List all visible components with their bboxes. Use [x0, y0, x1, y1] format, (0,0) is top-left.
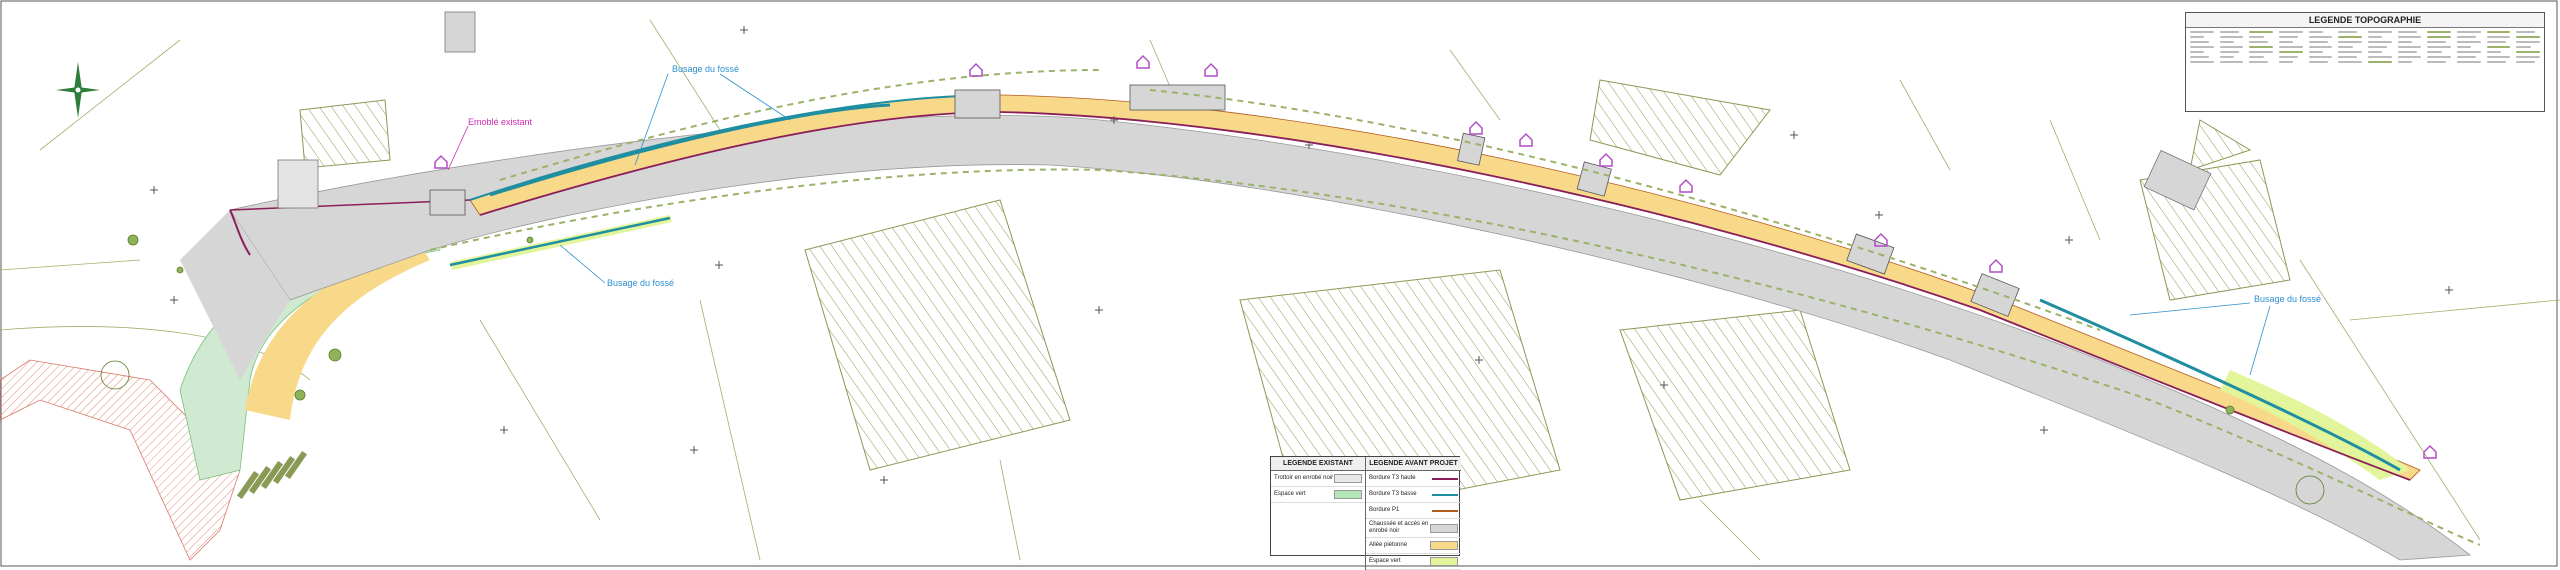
- legend-existing: LEGENDE EXISTANT Trottoir en enrobé noir…: [1271, 457, 1366, 570]
- emoble-label: Emoblé existant: [468, 117, 533, 127]
- legend-project-row: Chaussée et accès en enrobé noir: [1366, 519, 1461, 538]
- legend-project-swatch: [1430, 541, 1458, 550]
- legend-existing-swatch: [1334, 490, 1362, 499]
- legend-project-title: LEGENDE AVANT PROJET: [1366, 457, 1461, 471]
- busage-label-2: Busage du fossé: [607, 278, 674, 288]
- existing-building: [277, 159, 319, 209]
- annotation-busage-3: Busage du fossé: [2129, 294, 2321, 376]
- legend-project-label: Bordure T3 basse: [1369, 491, 1417, 497]
- busage-label-3: Busage du fossé: [2254, 294, 2321, 304]
- legend-project-label: Espace vert: [1369, 558, 1401, 564]
- legend-project: LEGENDE AVANT PROJET Bordure T3 haute Bo…: [1366, 457, 1461, 570]
- legend-project-swatch: [1432, 477, 1458, 480]
- busage-label-1: Busage du fossé: [672, 64, 739, 74]
- legend-topographie-symbols: [2190, 31, 2540, 107]
- legend-project-row: Bordure P1: [1366, 503, 1461, 519]
- legend-existing-row: Espace vert: [1271, 487, 1365, 503]
- legend-project-swatch: [1432, 509, 1458, 512]
- existing-building-north: [444, 11, 476, 53]
- legend-project-row: Allée piétonne: [1366, 538, 1461, 554]
- legend-project-label: Bordure T3 haute: [1369, 475, 1416, 481]
- legend-existing-label: Trottoir en enrobé noir: [1274, 475, 1334, 481]
- legend-existing-swatch: [1334, 474, 1362, 483]
- legend-existing-title: LEGENDE EXISTANT: [1271, 457, 1365, 471]
- legend-project-swatch: [1430, 557, 1458, 566]
- legend-topographie: LEGENDE TOPOGRAPHIE: [2185, 12, 2545, 112]
- legend-existing-label: Espace vert: [1274, 491, 1306, 497]
- legend-table: LEGENDE EXISTANT Trottoir en enrobé noir…: [1270, 456, 1461, 570]
- zebra-crossing: [236, 450, 308, 500]
- legend-project-row: Bordure T3 haute: [1366, 471, 1461, 487]
- legend-project-row: Bordure T3 basse: [1366, 487, 1461, 503]
- north-arrow-icon: [56, 62, 100, 118]
- legend-topographie-title: LEGENDE TOPOGRAPHIE: [2186, 13, 2544, 28]
- legend-project-swatch: [1432, 493, 1458, 496]
- legend-project-label: Chaussée et accès en enrobé noir: [1369, 521, 1429, 534]
- legend-existing-row: Trottoir en enrobé noir: [1271, 471, 1365, 487]
- legend-project-label: Allée piétonne: [1369, 542, 1408, 548]
- legend-project-label: Bordure P1: [1369, 507, 1400, 513]
- annotation-busage-2: Busage du fossé: [559, 244, 674, 288]
- legend-project-swatch: [1430, 523, 1458, 533]
